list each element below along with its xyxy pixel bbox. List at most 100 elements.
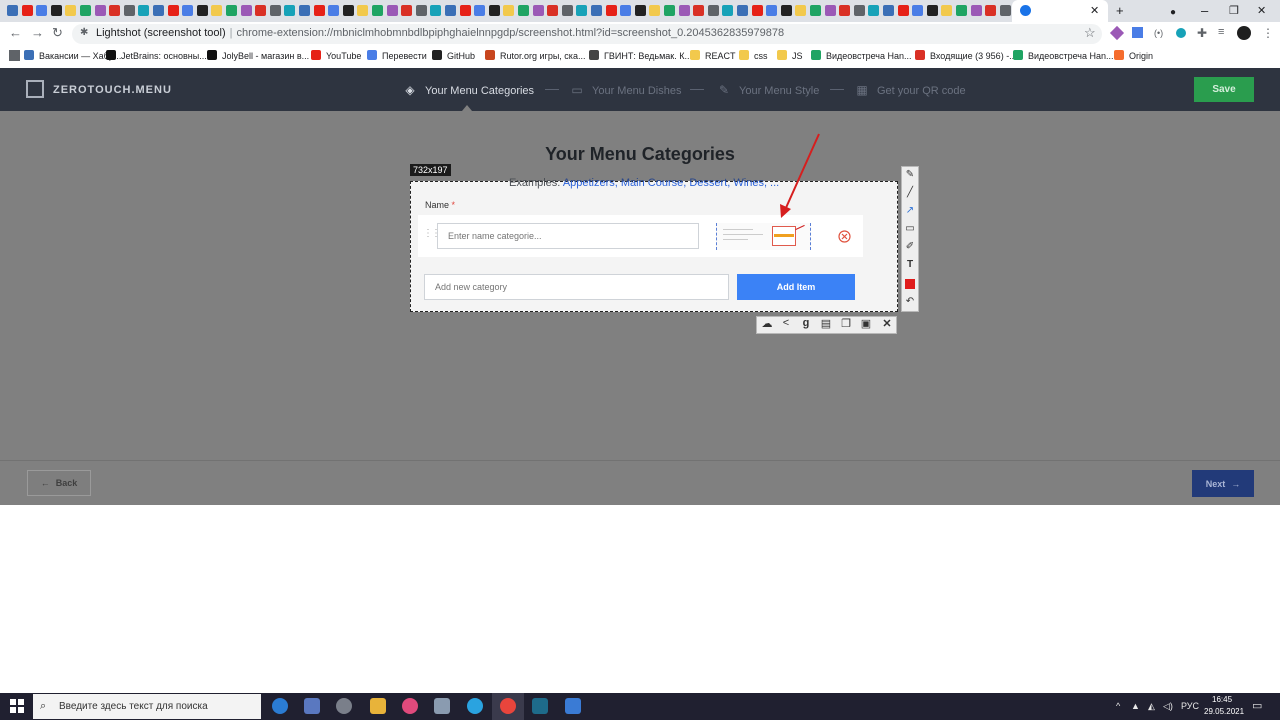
tab-favicon-icon[interactable] bbox=[999, 5, 1011, 16]
tab-favicon-icon[interactable] bbox=[313, 5, 325, 16]
tab-favicon-icon[interactable] bbox=[532, 5, 544, 16]
reload-icon[interactable]: ↻ bbox=[52, 25, 63, 41]
bookmark-item[interactable]: Входящие (3 956) -... bbox=[915, 50, 1017, 61]
tab-favicon-icon[interactable] bbox=[386, 5, 398, 16]
tab-favicon-icon[interactable] bbox=[123, 5, 135, 16]
clock-time[interactable]: 16:45 bbox=[1212, 695, 1232, 704]
save-disk-icon[interactable]: ▣ bbox=[857, 317, 875, 330]
tab-favicon-icon[interactable] bbox=[196, 5, 208, 16]
bookmark-star-icon[interactable]: ☆ bbox=[1084, 25, 1096, 41]
add-item-button[interactable]: Add Item bbox=[737, 274, 855, 300]
tab-favicon-icon[interactable] bbox=[182, 5, 194, 16]
save-button[interactable]: Save bbox=[1194, 77, 1254, 102]
cast-extension-icon[interactable]: (•) bbox=[1154, 28, 1163, 38]
tab-favicon-icon[interactable] bbox=[94, 5, 106, 16]
tab-favicon-icon[interactable] bbox=[795, 5, 807, 16]
tab-favicon-icon[interactable] bbox=[459, 5, 471, 16]
tab-favicon-icon[interactable] bbox=[970, 5, 982, 16]
tab-favicon-icon[interactable] bbox=[678, 5, 690, 16]
tab-favicon-icon[interactable] bbox=[810, 5, 821, 16]
tab-favicon-icon[interactable] bbox=[269, 5, 281, 16]
tab-favicon-icon[interactable] bbox=[299, 5, 310, 16]
desktop-app-icon[interactable] bbox=[304, 698, 320, 714]
tab-favicon-icon[interactable] bbox=[50, 5, 62, 16]
windows-start-icon[interactable] bbox=[10, 699, 24, 713]
back-arrow-icon[interactable]: ← bbox=[9, 25, 22, 40]
tab-favicon-icon[interactable] bbox=[766, 5, 778, 16]
tab-favicon-icon[interactable] bbox=[415, 5, 427, 16]
bookmark-item[interactable]: Видеовстреча Han... bbox=[811, 50, 912, 61]
tab-favicon-icon[interactable] bbox=[518, 5, 529, 16]
tab-favicon-icon[interactable] bbox=[737, 5, 748, 16]
file-explorer-icon[interactable] bbox=[370, 698, 386, 714]
tab-favicon-icon[interactable] bbox=[211, 5, 223, 16]
tab-favicon-icon[interactable] bbox=[883, 5, 894, 16]
step-qr-code[interactable]: ▦ Get your QR code bbox=[855, 83, 965, 97]
telegram-icon[interactable] bbox=[467, 698, 483, 714]
slack-icon[interactable] bbox=[402, 698, 418, 714]
marker-icon[interactable]: ✐ bbox=[903, 241, 917, 252]
step-menu-style[interactable]: ✎ Your Menu Style bbox=[717, 83, 819, 97]
tab-favicon-icon[interactable] bbox=[401, 5, 413, 16]
bookmark-item[interactable]: ГВИНТ: Ведьмак. К... bbox=[589, 50, 692, 61]
cloud-app-icon[interactable] bbox=[434, 698, 450, 714]
tab-favicon-icon[interactable] bbox=[985, 5, 997, 16]
tab-favicon-icon[interactable] bbox=[21, 5, 33, 16]
tab-favicon-icon[interactable] bbox=[897, 5, 909, 16]
tab-favicon-icon[interactable] bbox=[912, 5, 924, 16]
tab-favicon-icon[interactable] bbox=[824, 5, 836, 16]
tab-favicon-icon[interactable] bbox=[561, 5, 573, 16]
language-indicator[interactable]: РУС bbox=[1181, 701, 1199, 711]
copy-icon[interactable]: ❐ bbox=[837, 317, 855, 330]
edge-icon[interactable] bbox=[272, 698, 288, 714]
next-button[interactable]: Next → bbox=[1192, 470, 1254, 497]
bookmark-item[interactable]: JetBrains: основны... bbox=[106, 50, 207, 61]
tab-favicon-icon[interactable] bbox=[488, 5, 500, 16]
tab-favicon-icon[interactable] bbox=[7, 5, 18, 16]
tab-favicon-icon[interactable] bbox=[649, 5, 661, 16]
chrome-icon[interactable] bbox=[500, 698, 516, 714]
tab-favicon-icon[interactable] bbox=[751, 5, 763, 16]
rectangle-icon[interactable]: ▭ bbox=[903, 223, 917, 234]
new-tab-button[interactable]: + bbox=[1116, 3, 1124, 19]
text-tool-icon[interactable]: T bbox=[903, 259, 917, 270]
share-icon[interactable]: < bbox=[777, 317, 795, 329]
tab-favicon-icon[interactable] bbox=[430, 5, 442, 16]
apps-grid-icon[interactable] bbox=[9, 50, 20, 61]
volume-icon[interactable]: ◁) bbox=[1163, 701, 1173, 712]
google-search-icon[interactable]: g bbox=[797, 317, 815, 329]
tab-favicon-icon[interactable] bbox=[65, 5, 77, 16]
arrow-tool-icon[interactable]: ↗ bbox=[903, 205, 917, 216]
line-icon[interactable]: ╱ bbox=[903, 187, 917, 198]
chrome-menu-icon[interactable]: ⋮ bbox=[1262, 26, 1274, 40]
forward-arrow-icon[interactable]: → bbox=[31, 25, 44, 40]
undo-icon[interactable]: ↶ bbox=[903, 296, 917, 307]
tray-app-icon[interactable]: ▲ bbox=[1131, 701, 1140, 711]
translate-extension-icon[interactable] bbox=[1132, 27, 1143, 38]
tab-favicon-icon[interactable] bbox=[941, 5, 953, 16]
print-icon[interactable]: ▤ bbox=[817, 317, 835, 330]
bookmark-item[interactable]: JolyBell - магазин в... bbox=[207, 50, 309, 61]
bookmark-item[interactable]: GitHub bbox=[432, 50, 475, 61]
image-thumbnail[interactable] bbox=[716, 223, 811, 250]
active-tab[interactable]: ✕ bbox=[1012, 0, 1108, 22]
remove-circle-icon[interactable] bbox=[838, 230, 851, 243]
bookmark-item[interactable]: Видеовстреча Han... bbox=[1013, 50, 1114, 61]
close-window-button[interactable]: ✕ bbox=[1257, 3, 1266, 19]
tab-favicon-icon[interactable] bbox=[634, 5, 646, 16]
reading-list-icon[interactable]: ≡ bbox=[1218, 26, 1224, 38]
tab-favicon-icon[interactable] bbox=[853, 5, 865, 16]
tab-favicon-icon[interactable] bbox=[591, 5, 602, 16]
maximize-button[interactable]: ❐ bbox=[1229, 3, 1239, 19]
tab-favicon-icon[interactable] bbox=[503, 5, 515, 16]
tab-favicon-icon[interactable] bbox=[372, 5, 383, 16]
tab-favicon-icon[interactable] bbox=[547, 5, 559, 16]
tray-chevron-icon[interactable]: ^ bbox=[1116, 701, 1120, 711]
profile-avatar[interactable] bbox=[1237, 26, 1251, 40]
bookmark-item[interactable]: Перевести bbox=[367, 50, 427, 61]
tab-favicon-icon[interactable] bbox=[226, 5, 237, 16]
tab-favicon-icon[interactable] bbox=[255, 5, 267, 16]
tab-favicon-icon[interactable] bbox=[780, 5, 792, 16]
tab-favicon-icon[interactable] bbox=[80, 5, 91, 16]
tab-favicon-icon[interactable] bbox=[240, 5, 252, 16]
